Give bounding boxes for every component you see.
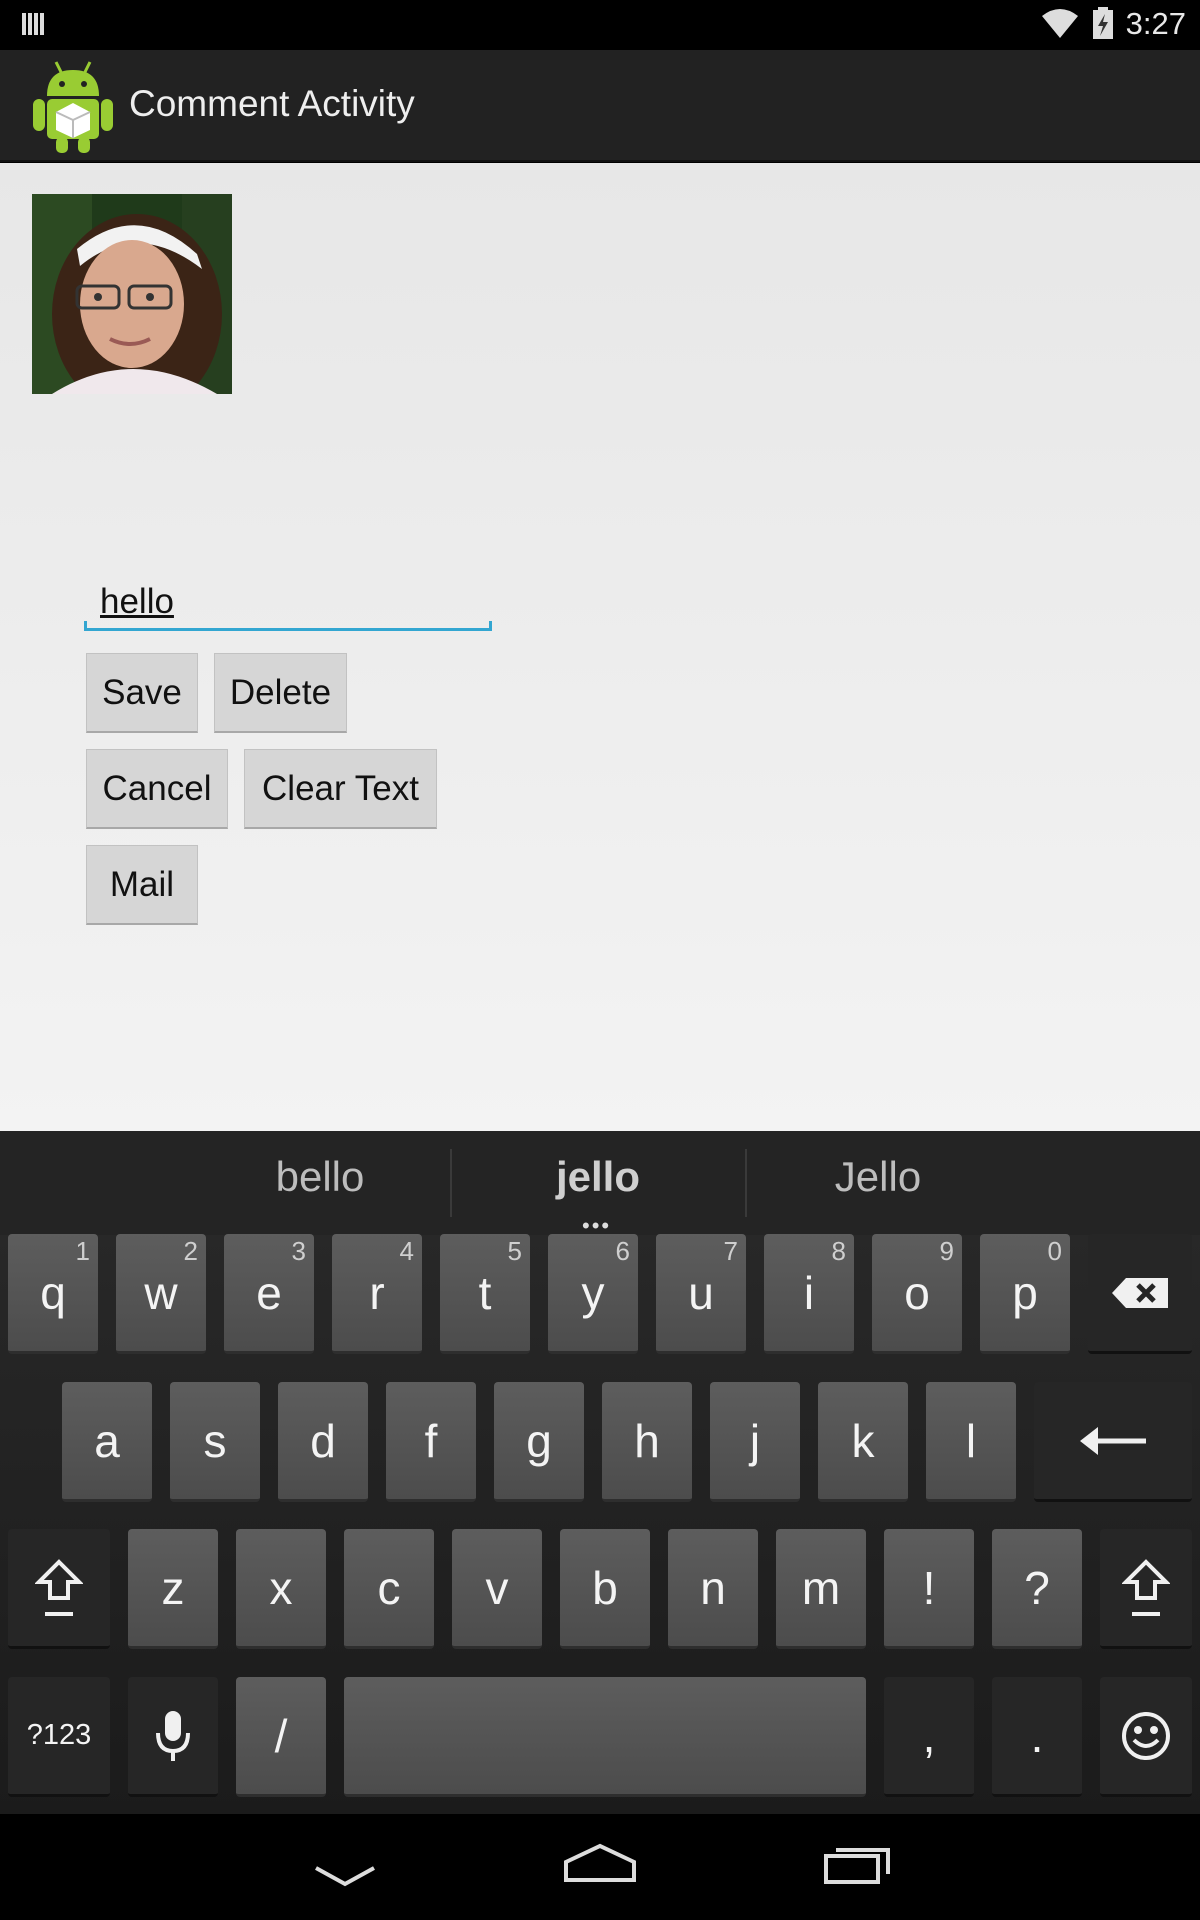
period-key[interactable]: . (992, 1677, 1082, 1797)
key-hint: 4 (399, 1236, 414, 1266)
key-i[interactable]: i8 (764, 1234, 854, 1354)
key-hint: 3 (291, 1236, 306, 1266)
backspace-icon (1112, 1277, 1168, 1308)
soft-keyboard: bello jello ••• Jello q1 w2 e3 r4 t5 y6 … (0, 1131, 1200, 1814)
key-b[interactable]: b (560, 1529, 650, 1649)
key-g[interactable]: g (494, 1382, 584, 1502)
key-label: p (1012, 1266, 1038, 1319)
suggestion-strip: bello jello ••• Jello (0, 1131, 1200, 1238)
key-t[interactable]: t5 (440, 1234, 530, 1354)
shift-key-right[interactable] (1100, 1529, 1192, 1649)
key-w[interactable]: w2 (116, 1234, 206, 1354)
page-title: Comment Activity (129, 83, 415, 124)
enter-key[interactable] (1034, 1382, 1192, 1502)
mail-button[interactable]: Mail (86, 845, 198, 925)
main-content: Save Delete Cancel Clear Text Mail (0, 163, 1200, 1131)
key-v[interactable]: v (452, 1529, 542, 1649)
android-app-icon[interactable] (30, 58, 116, 154)
shift-key-left[interactable] (8, 1529, 110, 1649)
key-h[interactable]: h (602, 1382, 692, 1502)
key-c[interactable]: c (344, 1529, 434, 1649)
key-label: y (581, 1266, 605, 1319)
key-f[interactable]: f (386, 1382, 476, 1502)
status-bar: 3:27 (0, 0, 1200, 50)
avatar (32, 194, 232, 394)
key-e[interactable]: e3 (224, 1234, 314, 1354)
save-button[interactable]: Save (86, 653, 198, 733)
key-q[interactable]: q1 (8, 1234, 98, 1354)
notification-icon (22, 13, 44, 35)
clock: 3:27 (1125, 6, 1186, 41)
key-hint: 8 (831, 1236, 846, 1266)
key-label: u (688, 1266, 714, 1319)
key-label: w (144, 1266, 178, 1319)
key-hint: 6 (615, 1236, 630, 1266)
key-hint: 0 (1047, 1236, 1062, 1266)
enter-icon (1080, 1426, 1146, 1455)
key-label: o (904, 1266, 930, 1319)
key-x[interactable]: x (236, 1529, 326, 1649)
suggestion-1[interactable]: bello (220, 1153, 420, 1201)
comma-key[interactable]: , (884, 1677, 974, 1797)
key-o[interactable]: o9 (872, 1234, 962, 1354)
comment-field[interactable] (84, 577, 492, 631)
key-label: q (40, 1266, 66, 1319)
key-u[interactable]: u7 (656, 1234, 746, 1354)
suggestion-3[interactable]: Jello (778, 1153, 978, 1201)
key-hint: 5 (507, 1236, 522, 1266)
slash-key[interactable]: / (236, 1677, 326, 1797)
key-p[interactable]: p0 (980, 1234, 1070, 1354)
shift-icon (35, 1558, 83, 1616)
backspace-key[interactable] (1088, 1234, 1192, 1354)
key-label: r (369, 1266, 385, 1319)
key-hint: 1 (75, 1236, 90, 1266)
mic-icon (156, 1710, 190, 1761)
wifi-icon (1042, 9, 1078, 38)
key-hint: 9 (939, 1236, 954, 1266)
key-m[interactable]: m (776, 1529, 866, 1649)
shift-icon (1122, 1558, 1170, 1616)
suggestion-2[interactable]: jello (498, 1153, 698, 1201)
emoji-icon (1122, 1711, 1170, 1760)
key-r[interactable]: r4 (332, 1234, 422, 1354)
key-hint: 7 (723, 1236, 738, 1266)
delete-button[interactable]: Delete (214, 653, 347, 733)
cancel-button[interactable]: Cancel (86, 749, 228, 829)
key-a[interactable]: a (62, 1382, 152, 1502)
key-y[interactable]: y6 (548, 1234, 638, 1354)
comment-input[interactable] (100, 577, 480, 627)
key-d[interactable]: d (278, 1382, 368, 1502)
emoji-key[interactable] (1100, 1677, 1192, 1797)
key-exclamation[interactable]: ! (884, 1529, 974, 1649)
key-label: e (256, 1266, 282, 1319)
clear-text-button[interactable]: Clear Text (244, 749, 437, 829)
key-j[interactable]: j (710, 1382, 800, 1502)
recents-icon[interactable] (822, 1842, 892, 1884)
home-icon[interactable] (562, 1842, 638, 1884)
battery-charging-icon (1093, 7, 1113, 39)
divider (450, 1149, 452, 1217)
symbols-key[interactable]: ?123 (8, 1677, 110, 1797)
navigation-bar (0, 1814, 1200, 1920)
key-k[interactable]: k (818, 1382, 908, 1502)
key-question[interactable]: ? (992, 1529, 1082, 1649)
key-s[interactable]: s (170, 1382, 260, 1502)
divider (745, 1149, 747, 1217)
back-icon[interactable] (312, 1864, 378, 1888)
action-bar: Comment Activity (0, 50, 1200, 162)
key-l[interactable]: l (926, 1382, 1016, 1502)
space-bar[interactable] (344, 1677, 866, 1797)
key-hint: 2 (183, 1236, 198, 1266)
key-z[interactable]: z (128, 1529, 218, 1649)
key-n[interactable]: n (668, 1529, 758, 1649)
mic-key[interactable] (128, 1677, 218, 1797)
key-label: i (803, 1266, 815, 1319)
key-label: t (478, 1266, 492, 1319)
